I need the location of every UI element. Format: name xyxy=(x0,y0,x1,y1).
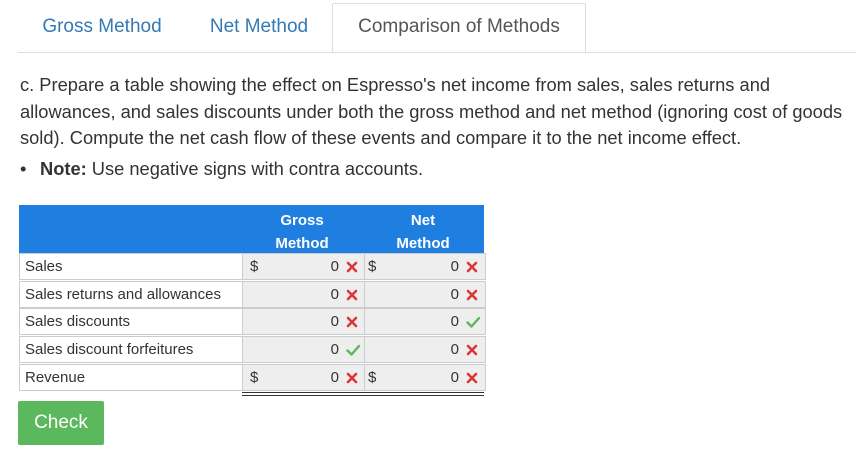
gross-value: 0 xyxy=(330,369,339,386)
table-row: Revenue $0 $0 xyxy=(19,364,486,391)
total-double-underline xyxy=(242,392,364,393)
header-gross-line1: Gross xyxy=(280,212,324,229)
net-method-input[interactable]: $0 xyxy=(364,364,486,391)
x-mark-icon xyxy=(465,260,479,274)
gross-method-input[interactable]: $0 xyxy=(242,253,366,280)
gross-value: 0 xyxy=(330,341,339,358)
total-double-underline xyxy=(364,392,484,393)
gross-value: 0 xyxy=(330,313,339,330)
note-bullet: • xyxy=(20,158,27,179)
net-method-input[interactable]: 0 xyxy=(364,281,486,308)
note-label: Note: xyxy=(40,158,87,179)
net-method-input[interactable]: 0 xyxy=(364,336,486,363)
tab-bar: Gross Method Net Method Comparison of Me… xyxy=(18,0,856,53)
table-row: Sales returns and allowances 0 0 xyxy=(19,281,486,308)
gross-value: 0 xyxy=(330,258,339,275)
x-mark-icon xyxy=(465,288,479,302)
net-method-input[interactable]: $0 xyxy=(364,253,486,280)
header-net-line2: Method xyxy=(396,235,450,252)
gross-value: 0 xyxy=(330,286,339,303)
table-header: Gross Method Net Method xyxy=(19,205,484,253)
gross-method-input[interactable]: 0 xyxy=(242,308,366,335)
net-value: 0 xyxy=(450,286,459,303)
question-text: c. Prepare a table showing the effect on… xyxy=(20,74,843,148)
header-net-method: Net Method xyxy=(368,209,478,255)
header-gross-method: Gross Method xyxy=(247,209,357,255)
row-label: Sales discounts xyxy=(19,308,244,335)
check-mark-icon xyxy=(465,315,481,329)
tab-gross-method[interactable]: Gross Method xyxy=(18,4,186,51)
x-mark-icon xyxy=(345,315,359,329)
currency-symbol: $ xyxy=(368,258,377,275)
net-method-input[interactable]: 0 xyxy=(364,308,486,335)
net-value: 0 xyxy=(450,313,459,330)
gross-method-input[interactable]: 0 xyxy=(242,281,366,308)
x-mark-icon xyxy=(345,288,359,302)
note: • Note: Use negative signs with contra ac… xyxy=(20,156,423,182)
net-value: 0 xyxy=(450,369,459,386)
note-text: Use negative signs with contra accounts. xyxy=(86,158,424,179)
row-label: Sales returns and allowances xyxy=(19,281,244,308)
check-button[interactable]: Check xyxy=(18,401,104,445)
gross-method-input[interactable]: $0 xyxy=(242,364,366,391)
currency-symbol: $ xyxy=(368,369,377,386)
tab-net-method[interactable]: Net Method xyxy=(186,4,332,51)
table-row: Sales discounts 0 0 xyxy=(19,308,486,335)
x-mark-icon xyxy=(465,371,479,385)
row-label: Revenue xyxy=(19,364,244,391)
x-mark-icon xyxy=(465,343,479,357)
table-row: Sales discount forfeitures 0 0 xyxy=(19,336,486,363)
header-net-line1: Net xyxy=(410,212,436,229)
table-row: Sales $0 $0 xyxy=(19,253,486,280)
net-value: 0 xyxy=(450,258,459,275)
check-mark-icon xyxy=(345,343,361,357)
currency-symbol: $ xyxy=(250,369,259,386)
row-label: Sales xyxy=(19,253,244,280)
net-value: 0 xyxy=(450,341,459,358)
total-double-underline xyxy=(364,395,484,396)
gross-method-input[interactable]: 0 xyxy=(242,336,366,363)
total-double-underline xyxy=(242,395,364,396)
header-gross-line2: Method xyxy=(275,235,329,252)
x-mark-icon xyxy=(345,260,359,274)
tab-comparison-of-methods[interactable]: Comparison of Methods xyxy=(332,3,586,52)
x-mark-icon xyxy=(345,371,359,385)
row-label: Sales discount forfeitures xyxy=(19,336,244,363)
currency-symbol: $ xyxy=(250,258,259,275)
